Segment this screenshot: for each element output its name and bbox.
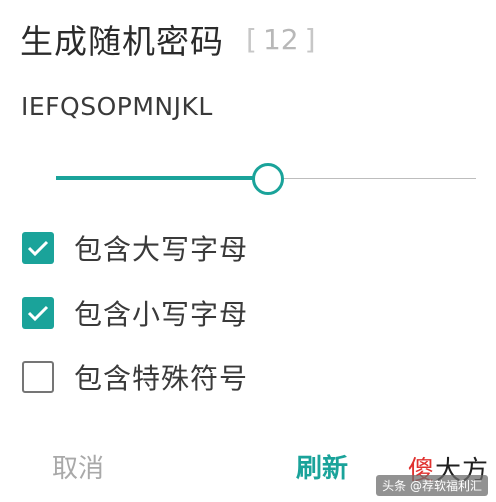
checkmark-icon (27, 305, 49, 322)
option-special-symbols[interactable]: 包含特殊符号 (22, 358, 248, 396)
special-symbols-label: 包含特殊符号 (74, 362, 249, 395)
watermark-credit: 头条 @荐软福利汇 (376, 475, 488, 496)
slider-fill (56, 176, 266, 180)
refresh-button[interactable]: 刷新 (296, 448, 348, 485)
lowercase-label: 包含小写字母 (74, 298, 249, 331)
generated-password: IEFQSOPMNJKL (21, 92, 213, 121)
uppercase-checkbox[interactable] (22, 232, 54, 264)
length-slider[interactable] (56, 162, 476, 196)
option-lowercase[interactable]: 包含小写字母 (22, 294, 248, 332)
dialog-header: 生成随机密码 [ 12 ] (20, 14, 316, 64)
cancel-button[interactable]: 取消 (52, 448, 104, 485)
slider-thumb[interactable] (252, 163, 284, 195)
password-length-indicator: [ 12 ] (246, 23, 316, 56)
bracket-open-icon: [ (246, 22, 257, 56)
special-symbols-checkbox[interactable] (22, 361, 54, 393)
uppercase-label: 包含大写字母 (74, 233, 249, 266)
option-uppercase[interactable]: 包含大写字母 (22, 229, 248, 267)
password-length-value: 12 (262, 22, 299, 56)
dialog-title: 生成随机密码 (20, 22, 224, 61)
password-generator-dialog: 生成随机密码 [ 12 ] IEFQSOPMNJKL 包含大写字母 包含小写字母… (0, 0, 496, 502)
checkmark-icon (27, 240, 49, 257)
bracket-close-icon: ] (304, 22, 316, 56)
lowercase-checkbox[interactable] (22, 297, 54, 329)
